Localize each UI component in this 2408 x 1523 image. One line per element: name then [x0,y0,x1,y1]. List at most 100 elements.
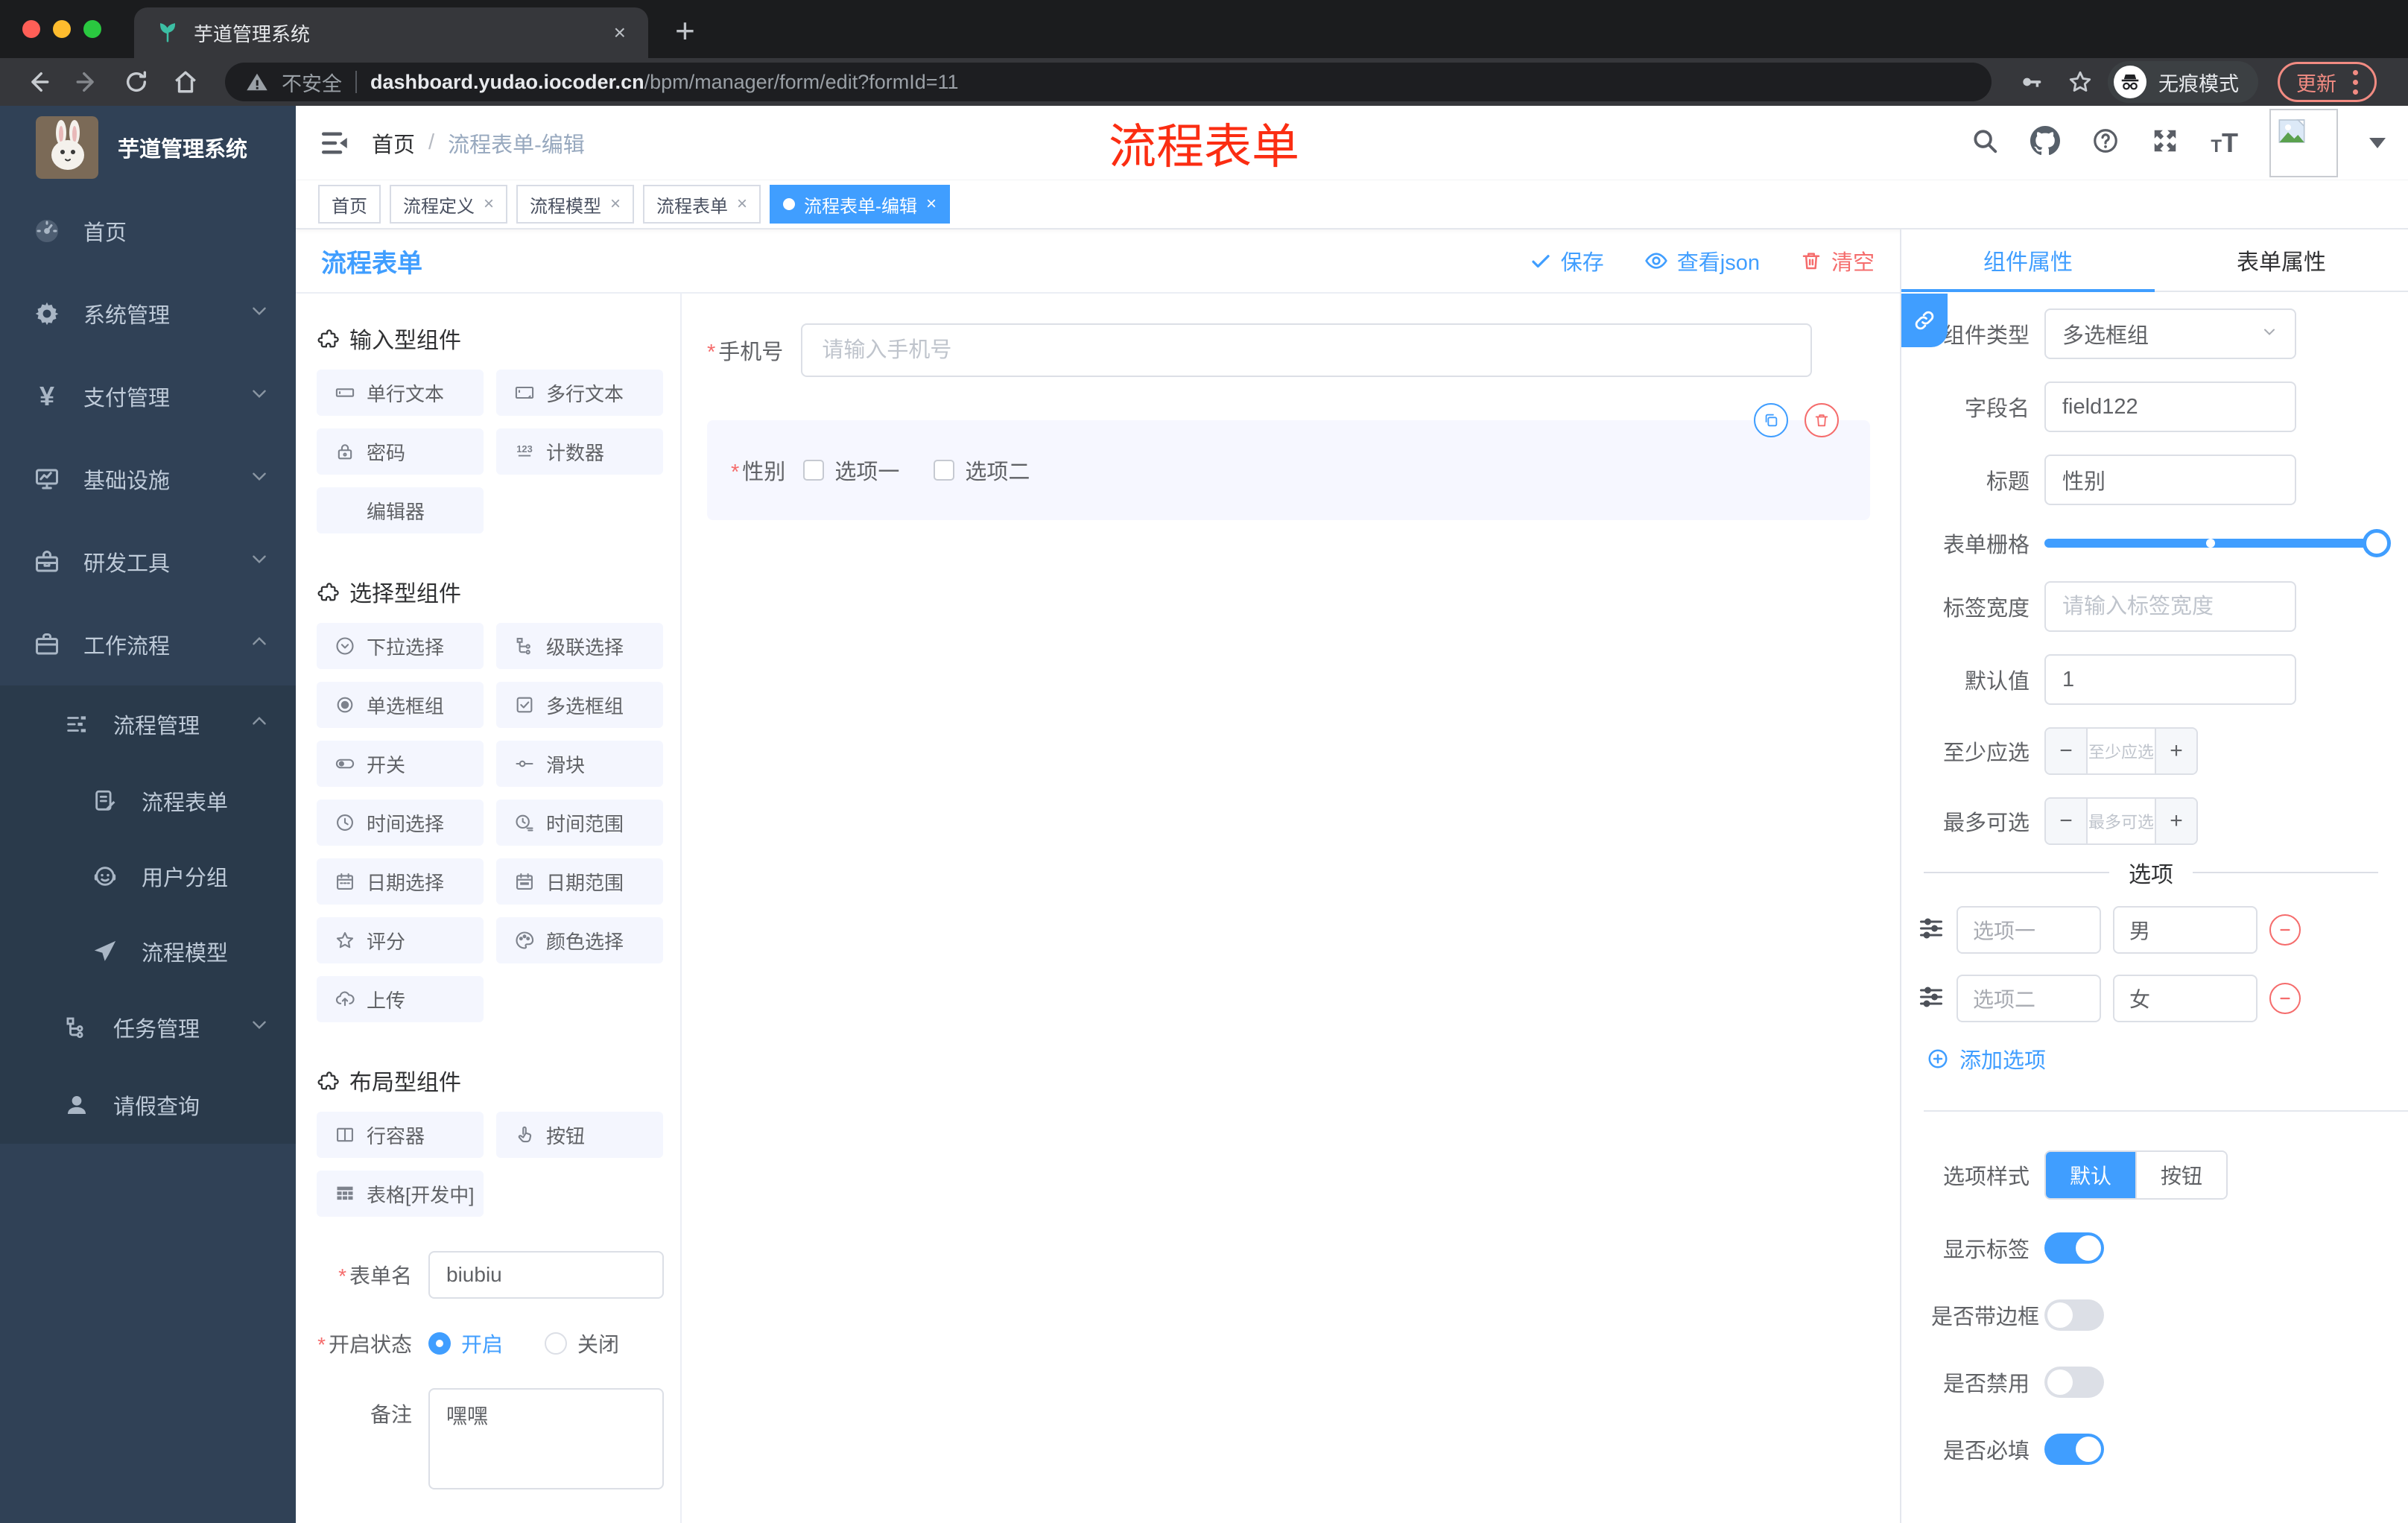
minimize-window-button[interactable] [53,20,71,38]
component-row-container[interactable]: 行容器 [317,1112,484,1158]
form-name-input[interactable] [428,1251,664,1299]
add-option-button[interactable]: 添加选项 [1927,1043,2408,1074]
tab-form-props[interactable]: 表单属性 [2155,229,2408,291]
component-button[interactable]: 按钮 [496,1112,663,1158]
sidebar-item-workflow[interactable]: 工作流程 [0,603,296,685]
required-toggle[interactable] [2044,1434,2104,1465]
remove-option-button[interactable] [2269,914,2301,946]
address-bar[interactable]: 不安全 dashboard.yudao.iocoder.cn/bpm/manag… [225,63,1992,101]
tag-process-form[interactable]: 流程表单 × [643,185,761,224]
canvas-selected-component-gender[interactable]: * 性别 选项一 选项二 [707,403,1870,520]
increment-button[interactable]: + [2155,799,2196,843]
sidebar-item-user-group[interactable]: 用户分组 [0,838,296,914]
view-json-button[interactable]: 查看json [1644,245,1760,276]
checkbox-icon[interactable] [803,460,825,481]
component-rate[interactable]: 评分 [317,917,484,963]
component-counter[interactable]: 123 计数器 [496,428,663,475]
style-default-button[interactable]: 默认 [2046,1152,2136,1198]
help-icon[interactable] [2091,127,2120,159]
password-key-icon[interactable] [2009,61,2053,103]
component-select[interactable]: 下拉选择 [317,623,484,669]
tag-process-form-edit-active[interactable]: 流程表单-编辑 × [770,185,951,224]
bookmark-star-icon[interactable] [2059,61,2102,103]
clear-button[interactable]: 清空 [1800,245,1875,276]
browser-update-button[interactable]: 更新 [2278,62,2377,102]
browser-tab[interactable]: 芋道管理系统 × [134,7,648,58]
component-type-select[interactable]: 多选框组 [2044,308,2296,359]
slider-handle[interactable] [2363,529,2391,557]
tab-component-props[interactable]: 组件属性 [1901,229,2155,292]
component-switch[interactable]: 开关 [317,741,484,787]
show-label-toggle[interactable] [2044,1232,2104,1264]
sidebar-logo[interactable]: 芋道管理系统 [0,106,296,189]
avatar[interactable] [2269,108,2338,177]
doc-link-tag[interactable] [1901,294,1948,347]
status-radio-off[interactable]: 关闭 [545,1329,619,1358]
status-radio-on[interactable]: 开启 [428,1329,503,1358]
checkbox-icon[interactable] [934,460,955,481]
delete-component-button[interactable] [1805,403,1839,437]
component-time-picker[interactable]: 时间选择 [317,800,484,846]
component-time-range[interactable]: 时间范围 [496,800,663,846]
component-upload[interactable]: 上传 [317,976,484,1022]
window-controls[interactable] [0,0,134,58]
reload-icon[interactable] [115,61,158,103]
component-editor[interactable]: 编辑器 [317,487,484,533]
form-canvas[interactable]: *手机号 *性别 选项一 选项二 [682,294,1900,1523]
component-table-dev[interactable]: 表格[开发中] [317,1171,484,1217]
sidebar-item-task-management[interactable]: 任务管理 [0,989,296,1066]
component-slider[interactable]: 滑块 [496,741,663,787]
sidebar-item-system[interactable]: 系统管理 [0,272,296,355]
component-password[interactable]: 密码 [317,428,484,475]
tag-close-icon[interactable]: × [737,194,747,215]
maximize-window-button[interactable] [83,20,101,38]
tag-close-icon[interactable]: × [610,194,621,215]
search-icon[interactable] [1971,127,1999,159]
close-window-button[interactable] [22,20,40,38]
tag-process-model[interactable]: 流程模型 × [516,185,635,224]
title-input[interactable] [2044,455,2296,505]
component-color-picker[interactable]: 颜色选择 [496,917,663,963]
sidebar-item-home[interactable]: 首页 [0,189,296,272]
tab-close-icon[interactable]: × [614,21,626,45]
font-size-icon[interactable]: TT [2211,127,2238,159]
option-value-input[interactable] [2113,906,2258,954]
sidebar-item-payment[interactable]: ¥ 支付管理 [0,355,296,437]
component-multi-line-text[interactable]: 多行文本 [496,370,663,416]
component-cascader[interactable]: 级联选择 [496,623,663,669]
sidebar-item-process-model[interactable]: 流程模型 [0,914,296,989]
sidebar-item-infrastructure[interactable]: 基础设施 [0,437,296,520]
canvas-field-phone[interactable]: * 手机号 [707,323,1870,377]
save-button[interactable]: 保存 [1530,245,1604,276]
browser-menu-icon[interactable] [2353,69,2358,95]
update-label[interactable]: 更新 [2296,68,2336,97]
home-icon[interactable] [164,61,207,103]
forward-icon[interactable] [66,61,109,103]
github-icon[interactable] [2030,126,2061,159]
component-single-line-text[interactable]: 单行文本 [317,370,484,416]
sidebar-item-devtools[interactable]: 研发工具 [0,520,296,603]
tag-close-icon[interactable]: × [484,194,494,215]
component-radio-group[interactable]: 单选框组 [317,682,484,728]
component-date-picker[interactable]: 日期选择 [317,858,484,905]
avatar-caret-icon[interactable] [2369,137,2386,148]
fullscreen-icon[interactable] [2151,127,2179,159]
option-label-input[interactable] [1956,906,2101,954]
sidebar-item-process-form[interactable]: 流程表单 [0,763,296,838]
drag-handle-icon[interactable] [1918,984,1945,1014]
new-tab-button[interactable]: + [675,13,695,48]
min-select-value[interactable]: 至少应选 [2088,729,2155,773]
grid-slider[interactable] [2044,529,2391,557]
copy-component-button[interactable] [1754,403,1788,437]
remark-textarea[interactable]: 嘿嘿 [428,1388,664,1489]
default-value-input[interactable] [2044,654,2296,705]
breadcrumb-home[interactable]: 首页 [372,127,415,159]
back-icon[interactable] [16,61,60,103]
option-label-input[interactable] [1956,975,2101,1022]
style-button-button[interactable]: 按钮 [2135,1152,2227,1198]
sidebar-item-process-management[interactable]: 流程管理 [0,685,296,763]
phone-input[interactable] [801,323,1812,377]
gender-option-2[interactable]: 选项二 [934,455,1030,486]
max-select-value[interactable]: 最多可选 [2088,799,2155,843]
tag-home[interactable]: 首页 [318,185,381,224]
